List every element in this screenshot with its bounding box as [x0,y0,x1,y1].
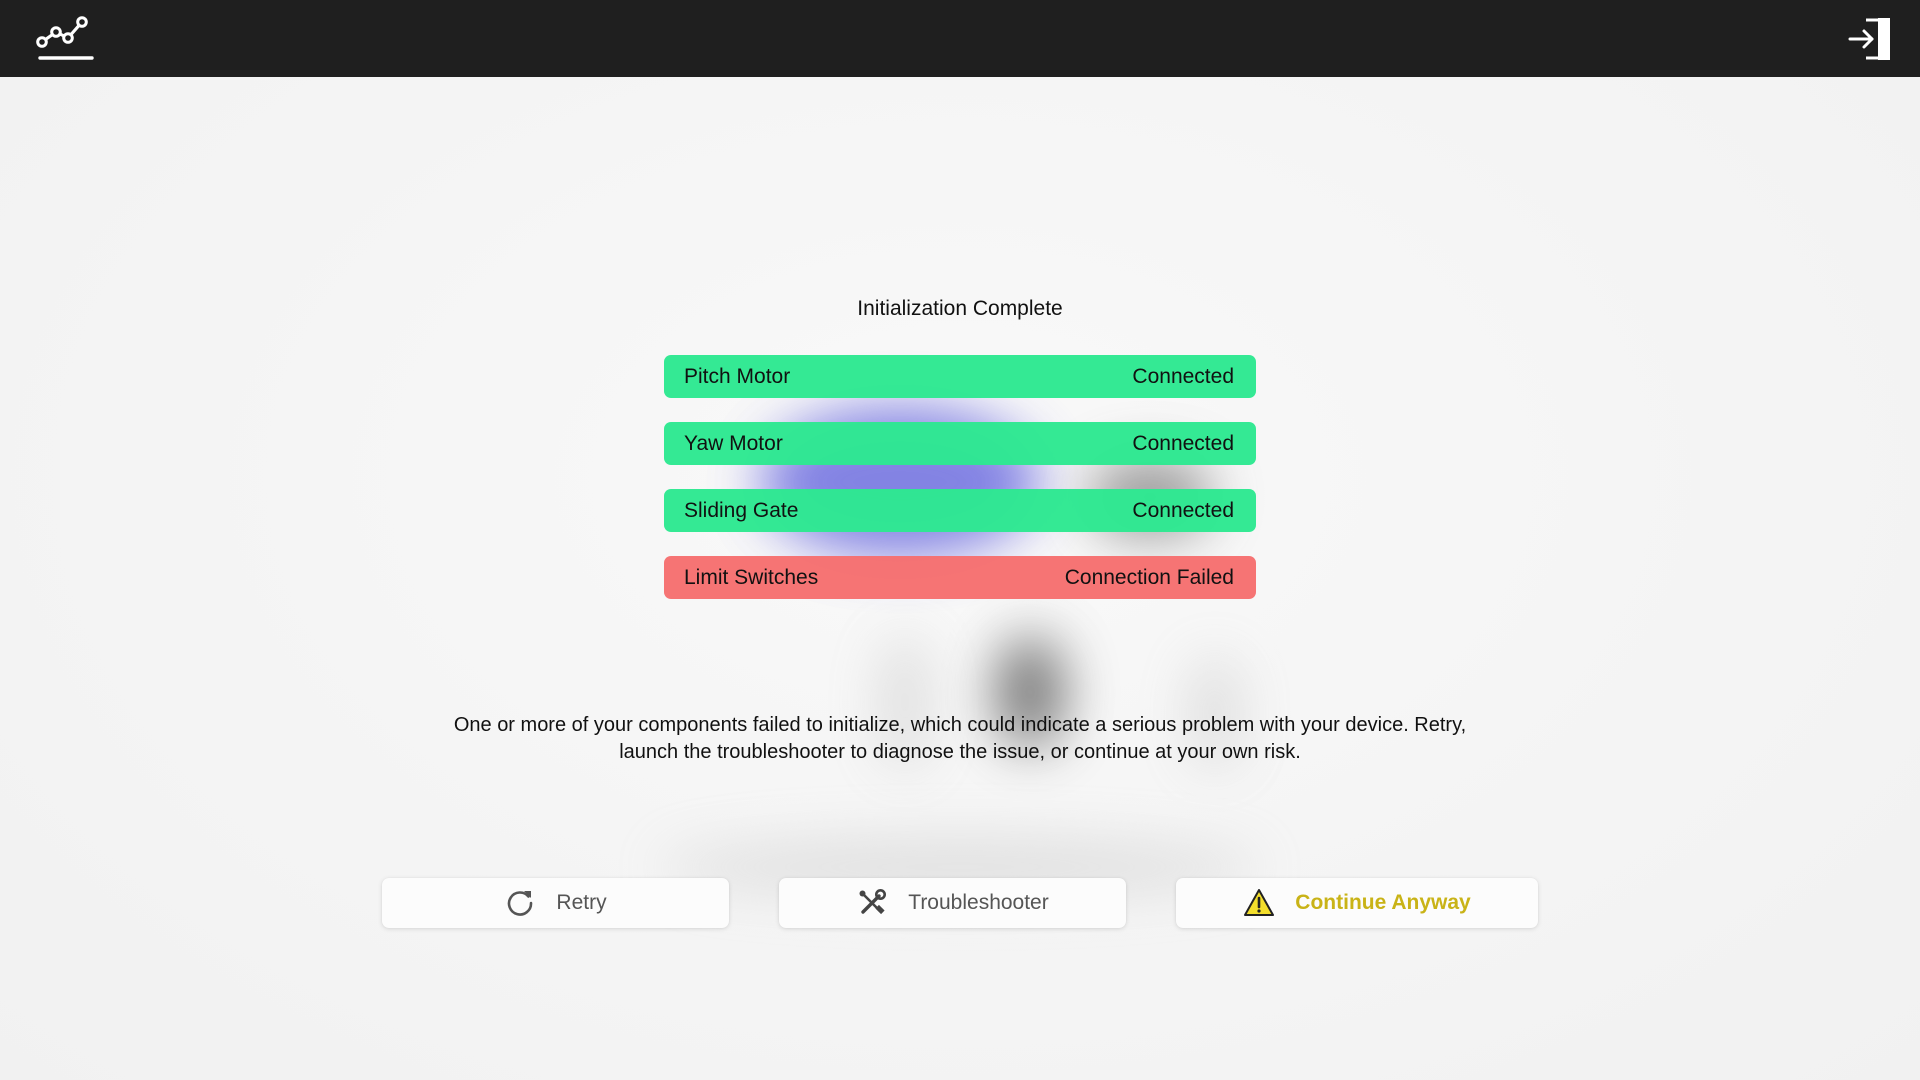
component-name: Limit Switches [684,565,819,589]
exit-door-icon[interactable] [1848,16,1894,62]
component-row-yaw-motor: Yaw Motor Connected [664,422,1256,465]
refresh-icon [504,887,536,919]
troubleshooter-button[interactable]: Troubleshooter [779,878,1126,928]
failure-message-line: One or more of your components failed to… [453,714,1467,736]
component-name: Pitch Motor [684,364,791,388]
component-row-sliding-gate: Sliding Gate Connected [664,489,1256,532]
continue-anyway-label: Continue Anyway [1295,891,1471,914]
init-dialog: Initialization Complete Pitch Motor Conn… [0,0,1920,1080]
retry-label: Retry [556,891,607,914]
top-bar [0,0,1920,77]
warning-icon [1243,887,1275,919]
failure-message-line: launch the troubleshooter to diagnose th… [619,741,1301,763]
failure-message: One or more of your components failed to… [360,712,1560,766]
component-name: Sliding Gate [684,498,799,522]
continue-anyway-button[interactable]: Continue Anyway [1176,878,1538,928]
component-row-pitch-motor: Pitch Motor Connected [664,355,1256,398]
chart-line-icon[interactable] [34,12,96,64]
component-status: Connection Failed [1064,565,1234,589]
component-row-limit-switches: Limit Switches Connection Failed [664,556,1256,599]
component-status: Connected [1132,498,1234,522]
page-title: Initialization Complete [857,297,1063,320]
component-status: Connected [1132,431,1234,455]
tools-icon [856,887,888,919]
component-name: Yaw Motor [684,431,783,455]
troubleshooter-label: Troubleshooter [908,891,1049,914]
retry-button[interactable]: Retry [382,878,729,928]
component-status: Connected [1132,364,1234,388]
